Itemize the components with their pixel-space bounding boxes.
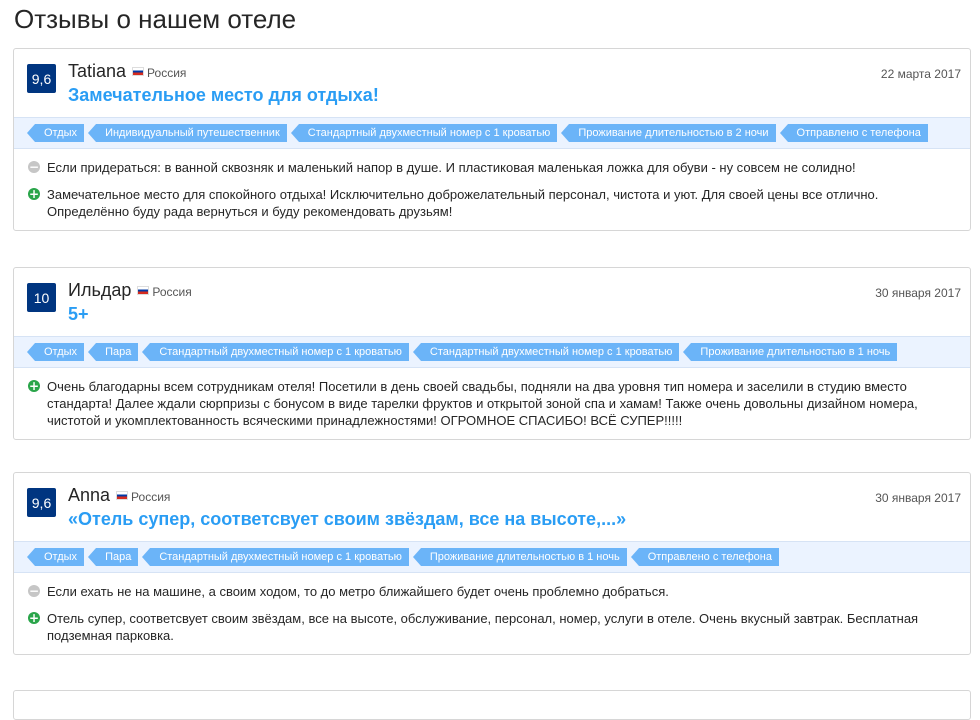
reviewer-name: Ильдар xyxy=(68,280,132,300)
plus-circle-icon: + xyxy=(28,611,40,625)
review-tag: Отдых xyxy=(26,343,85,361)
review-score: 9,6 xyxy=(27,488,56,517)
review-tags: Отдых Пара Стандартный двухместный номер… xyxy=(14,541,970,573)
page-title: Отзывы о нашем отеле xyxy=(14,4,297,34)
positive-comment: + Отель супер, соответсвует своим звёзда… xyxy=(28,610,958,644)
review-title: 5+ xyxy=(68,304,89,324)
review-tag: Индивидуальный путешественник xyxy=(88,124,287,142)
review-header: 10 Ильдар Россия 5+ 30 января 2017 xyxy=(14,268,970,336)
review-tag: Стандартный двухместный номер с 1 кроват… xyxy=(142,548,409,566)
reviewer-country: Россия xyxy=(147,66,187,80)
reviewer-country: Россия xyxy=(131,490,171,504)
review-title: «Отель супер, соответсвует своим звёздам… xyxy=(68,509,627,529)
negative-text: Если ехать не на машине, а своим ходом, … xyxy=(47,584,669,599)
reviewer-line: Anna Россия xyxy=(68,485,170,506)
review-tags: Отдых Индивидуальный путешественник Стан… xyxy=(14,117,970,149)
reviewer-name: Tatiana xyxy=(68,61,127,81)
review-tag: Стандартный двухместный номер с 1 кроват… xyxy=(142,343,409,361)
review-tag: Отдых xyxy=(26,124,85,142)
review-tag: Отдых xyxy=(26,548,85,566)
russia-flag-icon xyxy=(132,67,145,76)
positive-text: Очень благодарны всем сотрудникам отеля!… xyxy=(47,379,918,428)
negative-comment: − Если ехать не на машине, а своим ходом… xyxy=(28,583,958,600)
positive-comment: + Замечательное место для спокойного отд… xyxy=(28,186,958,220)
positive-text: Отель супер, соответсвует своим звёздам,… xyxy=(47,611,919,643)
reviewer-line: Tatiana Россия xyxy=(68,61,186,82)
review-date: 30 января 2017 xyxy=(875,286,961,300)
review-tag: Стандартный двухместный номер с 1 кроват… xyxy=(412,343,680,361)
positive-text: Замечательное место для спокойного отдых… xyxy=(47,187,879,219)
review-card: 9,6 Anna Россия «Отель супер, соответсвуе… xyxy=(13,472,971,655)
reviewer-name: Anna xyxy=(68,485,111,505)
negative-text: Если придераться: в ванной сквозняк и ма… xyxy=(47,160,856,175)
review-title: Замечательное место для отдыха! xyxy=(68,85,379,105)
review-date: 22 марта 2017 xyxy=(880,67,961,81)
minus-circle-icon: − xyxy=(28,160,40,174)
review-date: 30 января 2017 xyxy=(875,491,961,505)
review-tag: Проживание длительностью в 2 ночи xyxy=(561,124,776,142)
review-card: 10 Ильдар Россия 5+ 30 января 2017 Отдых … xyxy=(13,267,971,440)
plus-circle-icon: + xyxy=(28,187,40,201)
russia-flag-icon xyxy=(137,286,150,295)
reviewer-country: Россия xyxy=(152,285,192,299)
plus-circle-icon: + xyxy=(28,379,40,393)
review-tags: Отдых Пара Стандартный двухместный номер… xyxy=(14,336,970,368)
review-tag: Стандартный двухместный номер с 1 кроват… xyxy=(290,124,558,142)
review-header: 9,6 Tatiana Россия Замечательное место дл… xyxy=(14,49,970,117)
review-body: − Если ехать не на машине, а своим ходом… xyxy=(14,573,970,654)
review-tag: Пара xyxy=(88,548,139,566)
russia-flag-icon xyxy=(116,491,129,500)
review-body: − Если придераться: в ванной сквозняк и … xyxy=(14,149,970,230)
review-tag: Пара xyxy=(88,343,139,361)
review-score: 9,6 xyxy=(27,64,56,93)
review-tag: Отправлено с телефона xyxy=(779,124,928,142)
review-tag: Проживание длительностью в 1 ночь xyxy=(412,548,627,566)
review-card-partial xyxy=(13,690,971,720)
positive-comment: + Очень благодарны всем сотрудникам отел… xyxy=(28,378,958,429)
minus-circle-icon: − xyxy=(28,584,40,598)
review-card: 9,6 Tatiana Россия Замечательное место дл… xyxy=(13,48,971,231)
review-body: + Очень благодарны всем сотрудникам отел… xyxy=(14,368,970,439)
review-score: 10 xyxy=(27,283,56,312)
review-header: 9,6 Anna Россия «Отель супер, соответсвуе… xyxy=(14,473,970,541)
negative-comment: − Если придераться: в ванной сквозняк и … xyxy=(28,159,958,176)
review-tag: Отправлено с телефона xyxy=(630,548,779,566)
review-tag: Проживание длительностью в 1 ночь xyxy=(683,343,898,361)
reviewer-line: Ильдар Россия xyxy=(68,280,192,301)
